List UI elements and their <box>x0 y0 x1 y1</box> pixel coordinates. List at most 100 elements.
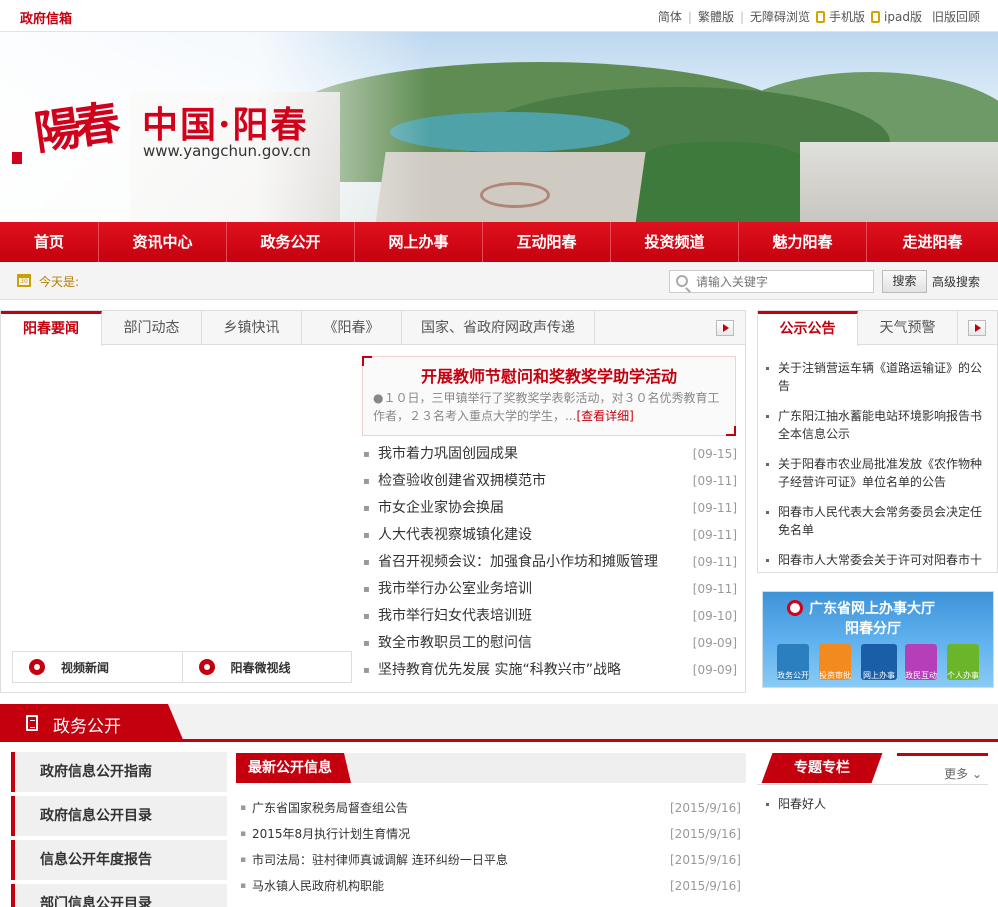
plaza-ring-image <box>480 182 550 208</box>
notice-panel: 公示公告 天气预警 关于注销营运车辆《道路运输证》的公告 广东阳江抽水蓄能电站环… <box>757 310 998 573</box>
gov-mailbox-link[interactable]: 政府信箱 <box>20 8 72 27</box>
bullet-icon: ▪ <box>363 638 370 649</box>
nav-news-center[interactable]: 资讯中心 <box>99 222 227 262</box>
search-button[interactable]: 搜索 <box>882 270 927 293</box>
tab-towns[interactable]: 乡镇快讯 <box>202 311 302 345</box>
view-detail-link[interactable]: [查看详细] <box>576 409 633 423</box>
gov-side-menu: 政府信息公开指南 政府信息公开目录 信息公开年度报告 部门信息公开目录 <box>11 752 227 907</box>
news-title[interactable]: 市女企业家协会换届 <box>378 495 691 522</box>
list-item[interactable]: ▪ 致全市教职员工的慰问信 [09-09] <box>363 630 737 657</box>
list-item[interactable]: 阳春好人 <box>766 795 826 813</box>
nav-gov-affairs[interactable]: 政务公开 <box>227 222 355 262</box>
tab-next-arrow-icon[interactable] <box>968 320 986 336</box>
today-label: 今天是: <box>39 275 80 289</box>
list-item[interactable]: ▪ 市女企业家协会换届 [09-11] <box>363 495 737 522</box>
gov-open-icon: 政务公开 <box>777 644 809 680</box>
info-title[interactable]: 广东省国家税务局督查组公告 <box>252 795 670 821</box>
headline-card[interactable]: 开展教师节慰问和奖教奖学助学活动 ●１０日，三甲镇举行了奖教奖学表彰活动，对３０… <box>362 356 736 436</box>
info-date: [2015/9/16] <box>670 827 741 841</box>
menu-annual-report[interactable]: 信息公开年度报告 <box>11 840 227 880</box>
news-title[interactable]: 人大代表视察城镇化建设 <box>378 522 691 549</box>
bullet-icon: ▪ <box>363 611 370 622</box>
tab-weather-warning[interactable]: 天气预警 <box>858 311 958 345</box>
news-panel: 阳春要闻 部门动态 乡镇快讯 《阳春》 国家、省政府网政声传递 开展教师节慰问和… <box>0 310 746 693</box>
bullet-icon: ▪ <box>363 530 370 541</box>
topic-more-link[interactable]: 更多 ⌄ <box>944 765 982 782</box>
info-title[interactable]: 2015年8月执行计划生育情况 <box>252 821 670 847</box>
nav-interaction[interactable]: 互动阳春 <box>483 222 611 262</box>
old-version-link[interactable]: 旧版回顾 <box>932 8 980 25</box>
news-title[interactable]: 我市举行办公室业务培训 <box>378 576 691 603</box>
list-item[interactable]: ▪ 检查验收创建省双拥模范市 [09-11] <box>363 468 737 495</box>
list-item[interactable]: 广东阳江抽水蓄能电站环境影响报告书全本信息公示 <box>766 407 992 443</box>
news-title[interactable]: 坚持教育优先发展 实施“科教兴市”战略 <box>378 657 691 684</box>
chevron-down-icon: ⌄ <box>971 767 982 781</box>
nav-home[interactable]: 首页 <box>0 222 99 262</box>
list-item[interactable]: ▪ 人大代表视察城镇化建设 [09-11] <box>363 522 737 549</box>
news-title[interactable]: 省召开视频会议：加强食品小作坊和摊贩管理 <box>378 549 691 576</box>
topic-tab[interactable]: 专题专栏 <box>761 753 883 783</box>
news-date: [09-11] <box>692 582 737 596</box>
list-item[interactable]: 关于阳春市农业局批准发放《农作物种子经营许可证》单位名单的公告 <box>766 455 992 491</box>
menu-disclosure-catalog[interactable]: 政府信息公开目录 <box>11 796 227 836</box>
list-item[interactable]: ▪ 我市着力巩固创园成果 [09-15] <box>363 441 737 468</box>
traditional-link[interactable]: 繁體版 <box>698 8 734 25</box>
news-title[interactable]: 致全市教职员工的慰问信 <box>378 630 691 657</box>
latest-info-header: 最新公开信息 <box>236 753 746 783</box>
menu-disclosure-guide[interactable]: 政府信息公开指南 <box>11 752 227 792</box>
online-service-hall-banner[interactable]: 广东省网上办事大厅 阳春分厅 政务公开 投资审批 网上办事 政民互动 个人办事 <box>762 591 994 688</box>
list-item[interactable]: 阳春市人民代表大会常务委员会决定任免名单 <box>766 503 992 539</box>
tab-yangchun-news[interactable]: 阳春要闻 <box>1 311 102 346</box>
list-item[interactable]: ▪ 坚持教育优先发展 实施“科教兴市”战略 [09-09] <box>363 657 737 684</box>
top-bar: 政府信箱 简体 | 繁體版 | 无障碍浏览 手机版 ipad版 旧版回顾 <box>0 0 998 32</box>
news-title[interactable]: 我市着力巩固创园成果 <box>378 441 691 468</box>
headline-title[interactable]: 开展教师节慰问和奖教奖学助学活动 <box>363 363 735 387</box>
list-item[interactable]: ▪ 广东省国家税务局督查组公告 [2015/9/16] <box>240 795 741 821</box>
nav-about[interactable]: 走进阳春 <box>867 222 998 262</box>
tab-notices[interactable]: 公示公告 <box>758 311 858 346</box>
list-item[interactable]: ▪ 省召开视频会议：加强食品小作坊和摊贩管理 [09-11] <box>363 549 737 576</box>
list-item[interactable]: ▪ 我市举行妇女代表培训班 [09-10] <box>363 603 737 630</box>
list-item[interactable]: ▪ 市司法局：驻村律师真诚调解 连环纠纷一日平息 [2015/9/16] <box>240 847 741 873</box>
tab-next-arrow-icon[interactable] <box>716 320 734 336</box>
news-date: [09-11] <box>692 501 737 515</box>
menu-department-catalog[interactable]: 部门信息公开目录 <box>11 884 227 907</box>
news-title[interactable]: 检查验收创建省双拥模范市 <box>378 468 691 495</box>
ipad-icon <box>871 10 881 23</box>
bullet-icon: ▪ <box>363 557 370 568</box>
forest-image <box>620 142 820 222</box>
ipad-link[interactable]: ipad版 <box>884 8 922 25</box>
simplified-link[interactable]: 简体 <box>658 8 682 25</box>
info-title[interactable]: 市司法局：驻村律师真诚调解 连环纠纷一日平息 <box>252 847 670 873</box>
list-item[interactable]: ▪ 马水镇人民政府机构职能 [2015/9/16] <box>240 873 741 899</box>
mobile-link[interactable]: 手机版 <box>829 8 865 25</box>
gov-section-tab: 政务公开 <box>0 704 184 742</box>
tab-department[interactable]: 部门动态 <box>102 311 202 345</box>
latest-info-title[interactable]: 最新公开信息 <box>236 753 351 783</box>
tab-yangchun-paper[interactable]: 《阳春》 <box>302 311 402 345</box>
divider: | <box>739 9 745 24</box>
news-title[interactable]: 我市举行妇女代表培训班 <box>378 603 691 630</box>
search-input[interactable] <box>696 273 871 291</box>
nav-investment[interactable]: 投资频道 <box>611 222 739 262</box>
online-service-icon: 网上办事 <box>861 644 897 680</box>
list-item[interactable]: 阳春市人大常委会关于许可对阳春市十 <box>766 551 992 569</box>
micro-video-link[interactable]: 阳春微视线 <box>183 652 352 682</box>
nav-online-services[interactable]: 网上办事 <box>355 222 483 262</box>
video-news-link[interactable]: 视频新闻 <box>13 652 183 682</box>
accessibility-link[interactable]: 无障碍浏览 <box>750 8 810 25</box>
section-title: 政务公开 <box>53 717 121 737</box>
nav-charm[interactable]: 魅力阳春 <box>739 222 867 262</box>
advanced-search-link[interactable]: 高级搜索 <box>932 273 980 290</box>
news-date: [09-09] <box>692 636 737 650</box>
hall-subtitle: 阳春分厅 <box>845 621 901 637</box>
gov-section-bar: 政务公开 <box>0 704 998 742</box>
list-item[interactable]: ▪ 我市举行办公室业务培训 [09-11] <box>363 576 737 603</box>
news-date: [09-09] <box>692 663 737 677</box>
tab-gov-voice[interactable]: 国家、省政府网政声传递 <box>402 311 595 345</box>
site-url: www.yangchun.gov.cn <box>143 142 311 160</box>
list-item[interactable]: 关于注销营运车辆《道路运输证》的公告 <box>766 359 992 395</box>
calligraphy-logo: 陽春 <box>31 95 118 161</box>
info-title[interactable]: 马水镇人民政府机构职能 <box>252 873 670 899</box>
list-item[interactable]: ▪ 2015年8月执行计划生育情况 [2015/9/16] <box>240 821 741 847</box>
